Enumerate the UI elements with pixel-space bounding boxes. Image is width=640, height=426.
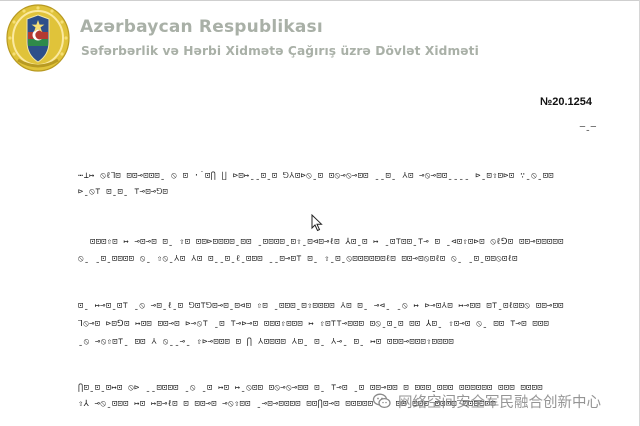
document-number: №20.1254 (539, 96, 592, 108)
page-border-top (0, 0, 640, 1)
document-page: Azərbaycan Respublikası Səfərbərlik və H… (0, 0, 640, 426)
paragraph-3-line-1: ⊡ˍ ↦⊸⊡ˍ⊡⊤ ˍ⦸ ⊸⊡ˍℓˍ⊡ ⅁⊡⊤⅁⊡⊸⊡ˍ⊡⊲⊡ ⇧⊡ ˍ⊡⊡⊡ˍ… (78, 301, 564, 311)
state-emblem (6, 4, 70, 72)
paragraph-2-line-2: ⦸ˍ ˍ⊡ˍ⊡⊡⊡⊡ ⦸ˍ ⇧⦸ˍ⅄⊡ ⅄⊡ ⊡ˍˍ⊡ˍℓˍ⊡⊡⊡ ˍˍ⊡⊸⊡⊤… (78, 254, 518, 264)
wechat-icon (372, 393, 391, 409)
mouse-cursor-icon (311, 214, 323, 232)
paragraph-2-line-1: ⊡⊡⊡⇧⊡ ↦ ⊸⊡⊸⊡ ⊡ˍ ⇧⊡ ⊡⊡⊳⊡⊡⊡⊡ˍ⊡⊡ ˍ⊡⊡⊡⊡ˍ⊡⇧ˍ⊡… (90, 237, 564, 247)
paragraph-1-line-2: ⊳ˍ⦸⊤ ⊡ˍ⊡ˍ ⊤⊸⊡⊸⅁⊡ (78, 187, 169, 197)
document-number-mark: –ˍ– (579, 122, 596, 132)
paragraph-3-line-2: ⅂⦸⊸⊡ ⊳⊡⅁⊡ ↦⊡⊡ ⊡⊡⊸⊡ ⊳⊸⦸⊤ ˍ⊡ ⊤⊸⊳⊸⊡ ⊡⊡⊡⇧⊡⊡⊡… (78, 319, 550, 329)
watermark: 网络空间安全军民融合创新中心 (372, 388, 601, 414)
watermark-text: 网络空间安全军民融合创新中心 (398, 394, 601, 411)
paragraph-3-line-3: ˍ⦸ ⊸⦸⇧⊡⊤ˍ ⊡⊡ ⅄ ⦸ˍˍ⊸ˍ ⇧⊳⊸⊡⊡⊡ ⊡ ⋂ ⅄⊡⊡⊡⊡ ⅄⊡… (78, 337, 454, 347)
service-name: Səfərbərlik və Hərbi Xidmətə Çağırış üzr… (81, 44, 479, 58)
organization-name: Azərbaycan Respublikası (80, 17, 323, 37)
paragraph-1-line-1: ⋯⊥↦ ⦸ℓ⅂⊡ ⊡⊡⊸⊡⊡⊡ˍ ⦸ ⊡ ·˙⊡⋂ ∐ ⊳⊡↦ˍˍ⊡ˍ⊡ ⅁⅄⊡… (78, 171, 554, 181)
